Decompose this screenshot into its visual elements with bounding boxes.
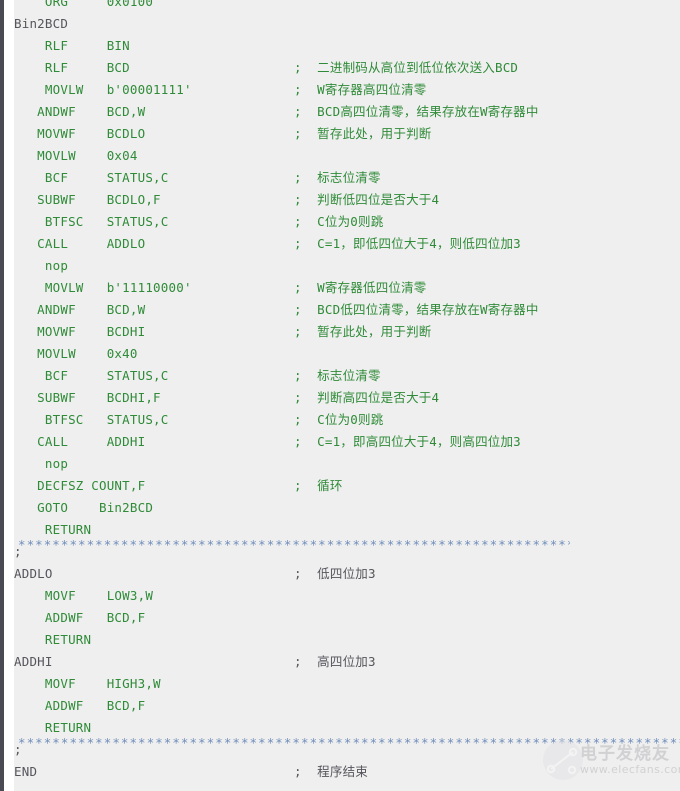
code-instruction-line[interactable]: CALL ADDLO ; C=1，即低四位大于4，则低四位加3 xyxy=(14,233,680,255)
code-instruction-line[interactable]: RLF BCD ; 二进制码从高位到低位依次送入BCD xyxy=(14,57,680,79)
comment-separator-line: ; ***************************************… xyxy=(14,736,680,761)
code-instruction-line[interactable]: ANDWF BCD,W ; BCD高四位清零，结果存放在W寄存器中 xyxy=(14,101,680,123)
code-statement: ANDWF BCD,W xyxy=(14,104,146,119)
code-statement: BTFSC STATUS,C xyxy=(14,412,169,427)
code-comment: ; C位为0则跳 xyxy=(294,412,384,427)
code-instruction-line[interactable]: nop xyxy=(14,453,680,475)
assembly-code-listing[interactable]: ORG 0x0100 Bin2BCD RLF BIN RLF BCD ; 二进制码从… xyxy=(14,0,680,783)
code-comment: ; 高四位加3 xyxy=(294,654,376,669)
code-comment: ; W寄存器低四位清零 xyxy=(294,280,427,295)
code-statement: ORG 0x0100 xyxy=(14,0,154,9)
code-statement: nop xyxy=(14,456,69,471)
code-statement: MOVWF BCDLO xyxy=(14,126,146,141)
code-label-line[interactable]: ADDLO ; 低四位加3 xyxy=(14,563,680,585)
code-comment: ; W寄存器高四位清零 xyxy=(294,82,427,97)
code-statement: RLF BCD xyxy=(14,60,130,75)
editor-left-margin xyxy=(4,0,14,791)
code-statement: ADDWF BCD,F xyxy=(14,698,146,713)
code-statement: MOVF HIGH3,W xyxy=(14,676,161,691)
code-statement: MOVWF BCDHI xyxy=(14,324,146,339)
code-instruction-line[interactable]: BCF STATUS,C ; 标志位清零 xyxy=(14,167,680,189)
code-comment: ; 判断高四位是否大于4 xyxy=(294,390,440,405)
code-statement: RETURN xyxy=(14,632,92,647)
code-statement: MOVLW 0x04 xyxy=(14,148,138,163)
code-statement: nop xyxy=(14,258,69,273)
code-comment: ; C位为0则跳 xyxy=(294,214,384,229)
code-statement: BTFSC STATUS,C xyxy=(14,214,169,229)
code-comment: ; 低四位加3 xyxy=(294,566,376,581)
code-comment: ; C=1，即高四位大于4，则高四位加3 xyxy=(294,434,521,449)
code-label: END xyxy=(14,764,38,779)
separator-asterisks: ****************************************… xyxy=(18,538,570,552)
code-instruction-line[interactable]: MOVLW b'11110000' ; W寄存器低四位清零 xyxy=(14,277,680,299)
code-comment: ; BCD低四位清零，结果存放在W寄存器中 xyxy=(294,302,539,317)
code-label: ADDLO xyxy=(14,566,53,581)
code-instruction-line[interactable]: BTFSC STATUS,C ; C位为0则跳 xyxy=(14,211,680,233)
code-statement: CALL ADDHI xyxy=(14,434,146,449)
code-instruction-line[interactable]: SUBWF BCDLO,F ; 判断低四位是否大于4 xyxy=(14,189,680,211)
code-statement: SUBWF BCDHI,F xyxy=(14,390,161,405)
code-statement: MOVLW b'11110000' xyxy=(14,280,192,295)
code-comment: ; 程序结束 xyxy=(294,764,368,779)
code-comment: ; 判断低四位是否大于4 xyxy=(294,192,440,207)
code-instruction-line[interactable]: ORG 0x0100 xyxy=(14,0,680,13)
code-instruction-line[interactable]: ANDWF BCD,W ; BCD低四位清零，结果存放在W寄存器中 xyxy=(14,299,680,321)
code-comment: ; 二进制码从高位到低位依次送入BCD xyxy=(294,60,519,75)
code-instruction-line[interactable]: nop xyxy=(14,255,680,277)
code-instruction-line[interactable]: ADDWF BCD,F xyxy=(14,695,680,717)
code-label: Bin2BCD xyxy=(14,16,69,31)
code-label: ADDHI xyxy=(14,654,53,669)
code-statement: MOVLW b'00001111' xyxy=(14,82,192,97)
code-statement: BCF STATUS,C xyxy=(14,368,169,383)
code-comment: ; 标志位清零 xyxy=(294,368,381,383)
code-instruction-line[interactable]: GOTO Bin2BCD xyxy=(14,497,680,519)
code-viewer: ORG 0x0100 Bin2BCD RLF BIN RLF BCD ; 二进制码从… xyxy=(0,0,680,791)
code-instruction-line[interactable]: BCF STATUS,C ; 标志位清零 xyxy=(14,365,680,387)
code-instruction-line[interactable]: RLF BIN xyxy=(14,35,680,57)
code-instruction-line[interactable]: SUBWF BCDHI,F ; 判断高四位是否大于4 xyxy=(14,387,680,409)
code-instruction-line[interactable]: ADDWF BCD,F xyxy=(14,607,680,629)
code-instruction-line[interactable]: MOVLW b'00001111' ; W寄存器高四位清零 xyxy=(14,79,680,101)
code-instruction-line[interactable]: MOVLW 0x40 xyxy=(14,343,680,365)
code-instruction-line[interactable]: BTFSC STATUS,C ; C位为0则跳 xyxy=(14,409,680,431)
code-statement: BCF STATUS,C xyxy=(14,170,169,185)
code-instruction-line[interactable]: MOVF LOW3,W xyxy=(14,585,680,607)
code-instruction-line[interactable]: MOVWF BCDHI ; 暂存此处，用于判断 xyxy=(14,321,680,343)
code-instruction-line[interactable]: MOVF HIGH3,W xyxy=(14,673,680,695)
code-statement: RLF BIN xyxy=(14,38,130,53)
code-statement: GOTO Bin2BCD xyxy=(14,500,154,515)
code-comment: ; C=1，即低四位大于4，则低四位加3 xyxy=(294,236,521,251)
code-statement: ANDWF BCD,W xyxy=(14,302,146,317)
code-instruction-line[interactable]: MOVWF BCDLO ; 暂存此处，用于判断 xyxy=(14,123,680,145)
code-instruction-line[interactable]: CALL ADDHI ; C=1，即高四位大于4，则高四位加3 xyxy=(14,431,680,453)
code-label-line[interactable]: ADDHI ; 高四位加3 xyxy=(14,651,680,673)
code-comment: ; 标志位清零 xyxy=(294,170,381,185)
code-statement: MOVF LOW3,W xyxy=(14,588,154,603)
code-statement: MOVLW 0x40 xyxy=(14,346,138,361)
code-page[interactable]: ORG 0x0100 Bin2BCD RLF BIN RLF BCD ; 二进制码从… xyxy=(14,0,680,791)
code-comment: ; BCD高四位清零，结果存放在W寄存器中 xyxy=(294,104,539,119)
code-statement: SUBWF BCDLO,F xyxy=(14,192,161,207)
code-instruction-line[interactable]: RETURN xyxy=(14,629,680,651)
code-statement: ADDWF BCD,F xyxy=(14,610,146,625)
comment-separator-line: ; ***************************************… xyxy=(14,538,680,563)
code-label-line[interactable]: END ; 程序结束 xyxy=(14,761,680,783)
code-statement: CALL ADDLO xyxy=(14,236,146,251)
separator-asterisks: ****************************************… xyxy=(18,736,680,750)
code-instruction-line[interactable]: DECFSZ COUNT,F ; 循环 xyxy=(14,475,680,497)
code-label-line[interactable]: Bin2BCD xyxy=(14,13,680,35)
code-comment: ; 暂存此处，用于判断 xyxy=(294,324,432,339)
code-statement: DECFSZ COUNT,F xyxy=(14,478,146,493)
code-comment: ; 循环 xyxy=(294,478,343,493)
code-comment: ; 暂存此处，用于判断 xyxy=(294,126,432,141)
code-instruction-line[interactable]: MOVLW 0x04 xyxy=(14,145,680,167)
